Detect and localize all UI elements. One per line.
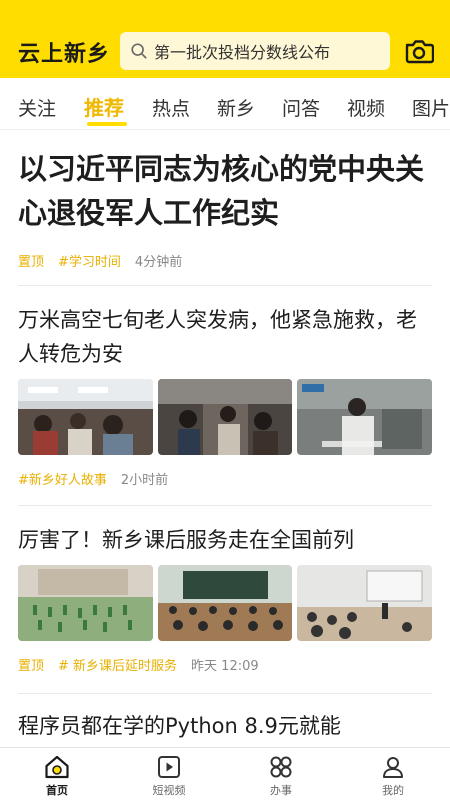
nav-label: 短视频	[152, 784, 186, 797]
article-title[interactable]: 以习近平同志为核心的党中央关心退役军人工作纪实	[18, 147, 432, 235]
search-placeholder: 第一批次投档分数线公布	[154, 43, 331, 62]
article-images[interactable]	[18, 379, 433, 455]
nav-home[interactable]: 首页	[22, 754, 92, 798]
services-grid-icon	[270, 756, 292, 778]
nav-label: 首页	[46, 784, 68, 797]
airplane-cabin-photo[interactable]	[18, 379, 153, 455]
article-title[interactable]: 万米高空七旬老人突发病，他紧急施救，老人转危为安	[18, 303, 432, 371]
nav-mine[interactable]: 我的	[358, 754, 428, 798]
tab-follow[interactable]: 关注	[18, 94, 56, 121]
play-icon	[158, 756, 180, 778]
feed-item[interactable]: 厉害了！新乡课后服务走在全国前列 置顶 # 新乡课后延时服务 昨天 12:09	[18, 523, 433, 674]
news-feed[interactable]: 以习近平同志为核心的党中央关心退役军人工作纪实 置顶 #学习时间 4分钟前 万米…	[0, 131, 450, 747]
airplane-aisle-photo[interactable]	[157, 379, 293, 455]
pinned-badge: 置顶	[18, 255, 45, 270]
feed-item[interactable]: 程序员都在学的Python 8.9元就能	[18, 709, 432, 743]
tab-recommend[interactable]: 推荐	[84, 92, 124, 121]
camera-icon[interactable]	[404, 38, 434, 64]
article-images[interactable]	[18, 565, 433, 641]
article-meta: 置顶 #学习时间 4分钟前	[18, 251, 432, 270]
search-icon	[131, 43, 147, 59]
app-header: 云上新乡 第一批次投档分数线公布	[0, 0, 450, 78]
lecture-hall-photo[interactable]	[297, 565, 433, 641]
divider	[18, 693, 432, 694]
tab-xinxiang[interactable]: 新乡	[217, 94, 255, 121]
topic-tag[interactable]: #学习时间	[58, 251, 121, 270]
nav-services[interactable]: 办事	[246, 754, 316, 798]
topic-tag[interactable]: #新乡好人故事	[18, 469, 107, 488]
article-title[interactable]: 程序员都在学的Python 8.9元就能	[18, 709, 432, 743]
article-meta: 置顶 # 新乡课后延时服务 昨天 12:09	[18, 655, 432, 674]
article-title[interactable]: 厉害了！新乡课后服务走在全国前列	[18, 523, 432, 557]
pinned-badge: 置顶	[18, 659, 45, 674]
publish-time: 昨天 12:09	[191, 659, 259, 674]
tab-video[interactable]: 视频	[347, 94, 385, 121]
search-bar[interactable]: 第一批次投档分数线公布	[120, 32, 390, 70]
tab-hot[interactable]: 热点	[152, 94, 190, 121]
home-icon	[45, 755, 69, 779]
classroom-photo[interactable]	[157, 565, 293, 641]
nav-label: 办事	[270, 784, 292, 797]
news-video-still-photo[interactable]	[297, 379, 433, 455]
feed-item[interactable]: 万米高空七旬老人突发病，他紧急施救，老人转危为安 #新乡好人故事 2小时前	[18, 303, 433, 488]
app-logo[interactable]: 云上新乡	[18, 36, 110, 68]
article-meta: #新乡好人故事 2小时前	[18, 469, 432, 488]
active-tab-indicator	[87, 122, 127, 126]
tab-qa[interactable]: 问答	[282, 94, 320, 121]
feed-item[interactable]: 以习近平同志为核心的党中央关心退役军人工作纪实 置顶 #学习时间 4分钟前	[18, 147, 432, 270]
publish-time: 2小时前	[120, 473, 169, 488]
topic-tag[interactable]: # 新乡课后延时服务	[58, 655, 177, 674]
schoolyard-exercise-photo[interactable]	[18, 565, 153, 641]
channel-tabs: 关注 推荐 热点 新乡 问答 视频 图片	[0, 78, 450, 130]
tab-pictures[interactable]: 图片	[412, 94, 450, 121]
nav-label: 我的	[382, 784, 404, 797]
publish-time: 4分钟前	[134, 255, 183, 270]
profile-icon	[383, 757, 403, 778]
nav-short-video[interactable]: 短视频	[134, 754, 204, 798]
divider	[18, 285, 432, 286]
divider	[18, 505, 432, 506]
bottom-navigation: 首页 短视频 办事 我的	[0, 747, 450, 800]
